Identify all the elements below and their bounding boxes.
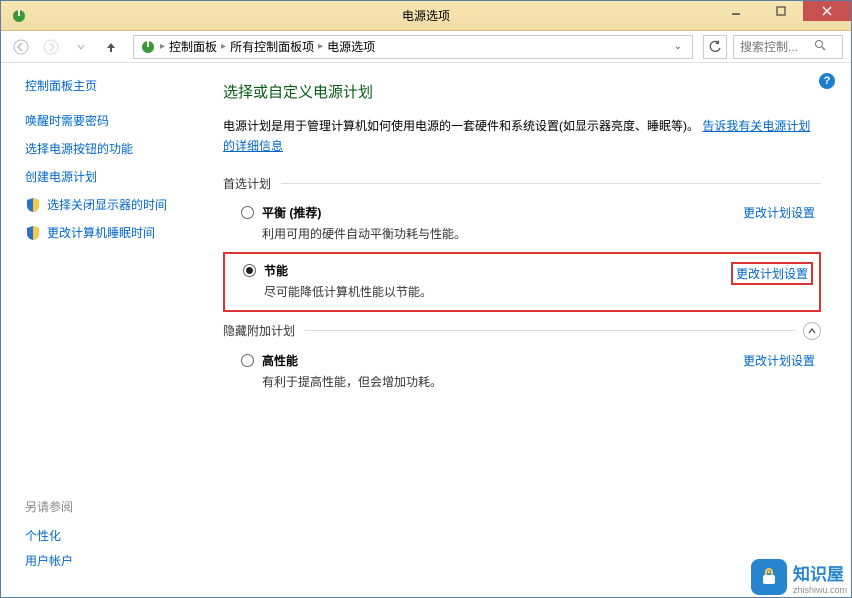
breadcrumb-item[interactable]: 所有控制面板项 [230, 38, 314, 55]
nav-forward-button[interactable] [39, 35, 63, 59]
plan-radio[interactable] [243, 264, 256, 277]
desc-text: 电源计划是用于管理计算机如何使用电源的一套硬件和系统设置(如显示器亮度、睡眠等)… [223, 119, 699, 133]
plan-radio[interactable] [241, 354, 254, 367]
chevron-right-icon[interactable]: ▸ [221, 41, 226, 52]
search-input[interactable] [740, 40, 810, 54]
plan-radio[interactable] [241, 206, 254, 219]
shield-icon [25, 225, 41, 241]
change-plan-settings-link[interactable]: 更改计划设置 [743, 204, 815, 221]
collapse-toggle[interactable] [803, 322, 821, 340]
search-icon[interactable] [814, 39, 826, 54]
close-button[interactable] [803, 1, 851, 21]
content: 控制面板主页 唤醒时需要密码 选择电源按钮的功能 创建电源计划 选择关闭显示器的… [1, 63, 851, 597]
see-also-link[interactable]: 用户帐户 [25, 552, 193, 569]
preferred-plans-label: 首选计划 [223, 175, 821, 192]
titlebar: 电源选项 [1, 1, 851, 31]
window-title: 电源选项 [402, 7, 450, 24]
change-plan-settings-link[interactable]: 更改计划设置 [743, 352, 815, 369]
see-also: 另请参阅 个性化 用户帐户 [25, 498, 193, 583]
see-also-link[interactable]: 个性化 [25, 527, 193, 544]
plan-desc: 利用可用的硬件自动平衡功耗与性能。 [262, 225, 466, 242]
sidebar: 控制面板主页 唤醒时需要密码 选择电源按钮的功能 创建电源计划 选择关闭显示器的… [1, 63, 203, 597]
nav-recent-dropdown[interactable] [69, 35, 93, 59]
hidden-plans-label: 隐藏附加计划 [223, 322, 821, 340]
page-heading: 选择或自定义电源计划 [223, 81, 821, 102]
chevron-right-icon[interactable]: ▸ [318, 41, 323, 52]
see-also-heading: 另请参阅 [25, 498, 193, 515]
search-box[interactable] [733, 35, 843, 59]
power-plan: 平衡 (推荐) 利用可用的硬件自动平衡功耗与性能。 更改计划设置 [223, 196, 821, 252]
plan-name[interactable]: 平衡 (推荐) [262, 204, 466, 221]
change-plan-settings-link[interactable]: 更改计划设置 [731, 262, 813, 285]
plan-name[interactable]: 节能 [264, 262, 432, 279]
plan-desc: 有利于提高性能，但会增加功耗。 [262, 373, 442, 390]
window-buttons [713, 1, 851, 23]
divider [305, 330, 795, 331]
sidebar-link[interactable]: 唤醒时需要密码 [25, 112, 193, 129]
watermark: 知识屋 zhishiwu.com [751, 559, 847, 595]
page-description: 电源计划是用于管理计算机如何使用电源的一套硬件和系统设置(如显示器亮度、睡眠等)… [223, 116, 821, 157]
watermark-url: zhishiwu.com [793, 585, 847, 595]
maximize-button[interactable] [758, 1, 803, 21]
divider [281, 183, 821, 184]
chevron-right-icon[interactable]: ▸ [160, 41, 165, 52]
nav-up-button[interactable] [99, 35, 123, 59]
minimize-button[interactable] [713, 1, 758, 21]
help-icon[interactable]: ? [819, 73, 835, 89]
plan-name[interactable]: 高性能 [262, 352, 442, 369]
sidebar-links: 唤醒时需要密码 选择电源按钮的功能 创建电源计划 选择关闭显示器的时间 更改计算… [25, 112, 193, 241]
watermark-text: 知识屋 [793, 560, 847, 585]
breadcrumb[interactable]: ▸ 控制面板 ▸ 所有控制面板项 ▸ 电源选项 ⌄ [133, 35, 693, 59]
control-panel-home-link[interactable]: 控制面板主页 [25, 77, 193, 94]
breadcrumb-item[interactable]: 控制面板 [169, 38, 217, 55]
sidebar-link[interactable]: 创建电源计划 [25, 168, 193, 185]
sidebar-link[interactable]: 更改计算机睡眠时间 [25, 224, 193, 241]
watermark-badge-icon [751, 559, 787, 595]
power-options-icon [11, 8, 27, 24]
breadcrumb-item[interactable]: 电源选项 [327, 38, 375, 55]
power-plan: 节能 尽可能降低计算机性能以节能。 更改计划设置 [223, 252, 821, 312]
sidebar-link[interactable]: 选择关闭显示器的时间 [25, 196, 193, 213]
plan-desc: 尽可能降低计算机性能以节能。 [264, 283, 432, 300]
sidebar-link[interactable]: 选择电源按钮的功能 [25, 140, 193, 157]
nav-back-button[interactable] [9, 35, 33, 59]
shield-icon [25, 197, 41, 213]
breadcrumb-dropdown[interactable]: ⌄ [670, 41, 686, 52]
navbar: ▸ 控制面板 ▸ 所有控制面板项 ▸ 电源选项 ⌄ [1, 31, 851, 63]
main: ? 选择或自定义电源计划 电源计划是用于管理计算机如何使用电源的一套硬件和系统设… [203, 63, 851, 597]
power-options-icon [140, 39, 156, 55]
power-plan: 高性能 有利于提高性能，但会增加功耗。 更改计划设置 [223, 344, 821, 400]
refresh-button[interactable] [703, 35, 727, 59]
